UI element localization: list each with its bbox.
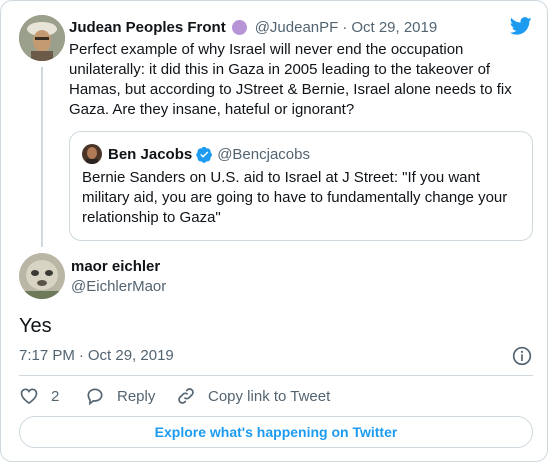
parent-date[interactable]: Oct 29, 2019: [351, 19, 437, 36]
quoted-display-name: Ben Jacobs: [108, 145, 193, 163]
twitter-bird-icon[interactable]: [509, 15, 533, 37]
like-count: 2: [51, 387, 60, 405]
judean-avatar[interactable]: [19, 15, 65, 61]
quoted-handle: @Bencjacobs: [217, 145, 310, 163]
parent-display-name[interactable]: Judean Peoples Front: [69, 19, 226, 36]
reply-icon: [85, 386, 105, 406]
divider: [19, 375, 533, 376]
thread-connector-line: [41, 67, 43, 247]
quoted-tweet-card[interactable]: Ben Jacobs @Bencjacobs Bernie Sanders on…: [69, 131, 533, 241]
reply-handle[interactable]: @EichlerMaor: [71, 278, 166, 295]
reply-tweet-text: Yes: [19, 315, 52, 337]
copy-link-button[interactable]: Copy link to Tweet: [176, 386, 330, 406]
reply-label: Reply: [117, 387, 156, 405]
info-icon[interactable]: [512, 346, 532, 366]
verified-badge-icon: [196, 146, 213, 163]
quoted-tweet-text: Bernie Sanders on U.S. aid to Israel at …: [82, 169, 508, 226]
quoted-tweet-header: Ben Jacobs @Bencjacobs: [108, 144, 310, 164]
parent-handle[interactable]: @JudeanPF: [255, 19, 339, 36]
bencjacobs-avatar: [82, 144, 102, 164]
reply-date: Oct 29, 2019: [87, 347, 174, 364]
purple-circle-icon: [231, 19, 247, 35]
like-button[interactable]: 2: [19, 386, 59, 406]
dot-separator: ·: [342, 18, 348, 36]
explore-twitter-button[interactable]: Explore what's happening on Twitter: [19, 416, 533, 448]
reply-timestamp[interactable]: 7:17 PM · Oct 29, 2019: [19, 347, 174, 364]
heart-icon: [19, 386, 39, 406]
reply-time: 7:17 PM: [19, 347, 75, 364]
copy-link-label: Copy link to Tweet: [208, 387, 331, 405]
explore-label: Explore what's happening on Twitter: [154, 424, 398, 440]
reply-display-name[interactable]: maor eichler: [71, 258, 160, 275]
tweet-embed-card: Judean Peoples Front @JudeanPF · Oct 29,…: [0, 0, 548, 462]
reply-button[interactable]: Reply: [85, 386, 155, 406]
dot-separator: ·: [78, 347, 84, 364]
parent-tweet-text: Perfect example of why Israel will never…: [69, 41, 512, 118]
avatar-image: [19, 15, 65, 61]
link-icon: [176, 386, 196, 406]
parent-tweet-header: Judean Peoples Front @JudeanPF · Oct 29,…: [69, 17, 437, 37]
eichlermaor-avatar[interactable]: [19, 253, 65, 299]
